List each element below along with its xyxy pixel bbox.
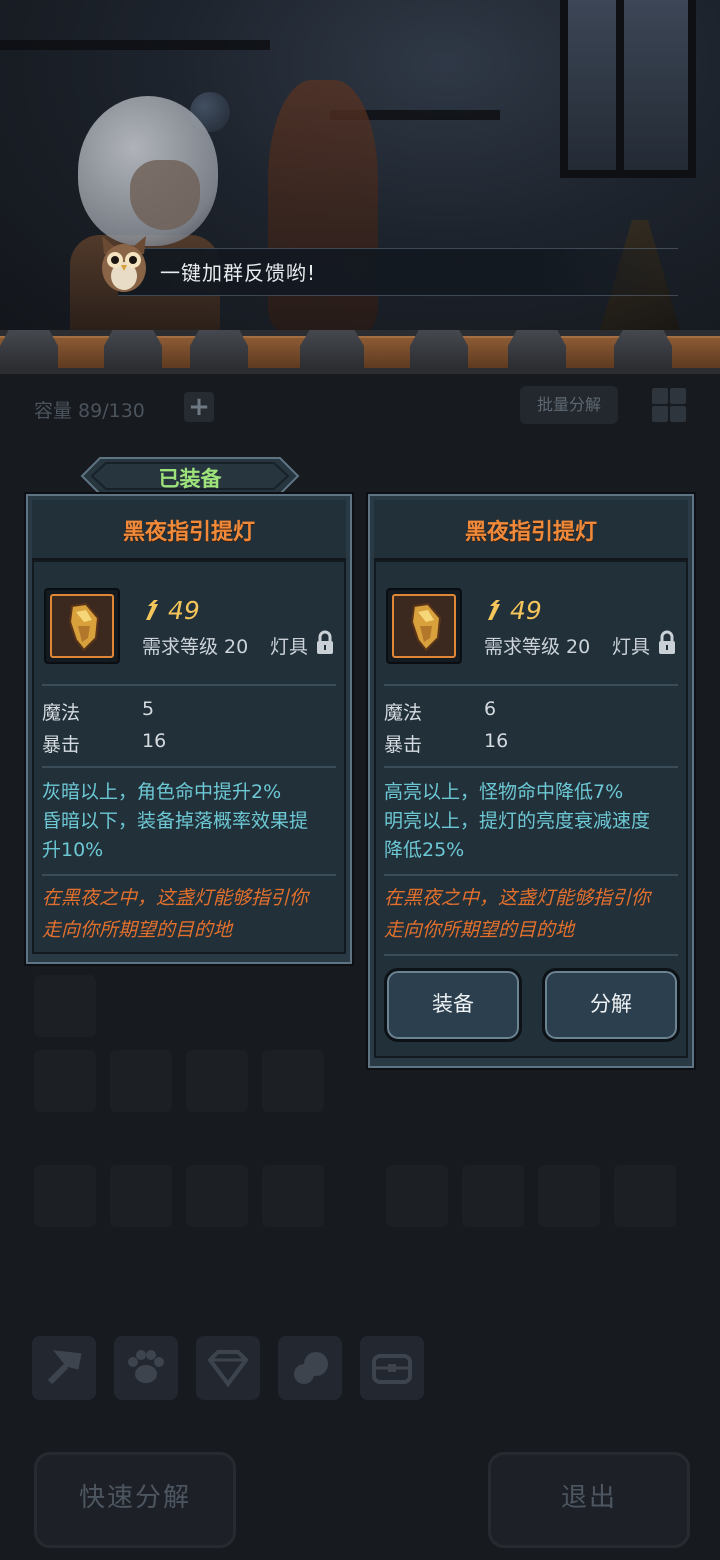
divider: [42, 874, 336, 876]
chest-icon[interactable]: [360, 1336, 424, 1400]
stat-value: 5: [142, 698, 155, 720]
card-body: 49 需求等级 20 灯具 魔法 5 暴击 16 灰暗以上，角色命中提升2% 昏…: [32, 560, 346, 954]
item-title: 黑夜指引提灯: [122, 520, 255, 545]
flavor-text: 在黑夜之中，这盏灯能够指引你: [384, 887, 651, 909]
grid-view-icon[interactable]: [650, 386, 688, 424]
capacity-label: 容量 89/130: [34, 400, 145, 422]
effect-line: 明亮以上，提灯的亮度衰减速度: [384, 810, 651, 832]
item-title: 黑夜指引提灯: [464, 520, 597, 545]
effect-line: 高亮以上，怪物命中降低7%: [384, 781, 624, 803]
window: [560, 0, 696, 178]
hammer-icon[interactable]: [32, 1336, 96, 1400]
divider: [42, 684, 336, 686]
flavor-text: 走向你所期望的目的地: [42, 919, 233, 941]
power-icon: [146, 600, 158, 620]
decompose-button[interactable]: 分解: [542, 968, 680, 1042]
item-power: 49: [510, 596, 542, 625]
item-icon-frame: [386, 588, 462, 664]
equipped-label: 已装备: [158, 467, 222, 491]
card-body: 49 需求等级 20 灯具 魔法 6 暴击 16 高亮以上，怪物命中降低7% 明…: [374, 560, 688, 1058]
stat-name: 暴击: [384, 734, 423, 756]
item-power: 49: [168, 596, 200, 625]
divider: [384, 954, 678, 956]
paw-icon[interactable]: [114, 1336, 178, 1400]
slot-type: 灯具: [611, 636, 650, 658]
equipped-tab: 已装备: [80, 456, 300, 496]
power-icon: [488, 600, 500, 620]
inspected-item-card: 黑夜指引提灯 49 需求等级 20 灯具 魔法 6 暴击 16 高亮以上，怪物命…: [366, 492, 696, 1070]
equip-button[interactable]: 装备: [384, 968, 522, 1042]
batch-decompose-button[interactable]: 批量分解: [520, 386, 618, 424]
card-header: 黑夜指引提灯: [32, 500, 346, 560]
divider: [384, 874, 678, 876]
gem-icon[interactable]: [196, 1336, 260, 1400]
expand-capacity-button[interactable]: +: [184, 392, 214, 422]
speech-text: 一键加群反馈哟!: [160, 261, 317, 285]
bookshelf: [0, 40, 270, 50]
wooden-rail: [0, 330, 720, 374]
owl-icon[interactable]: [96, 232, 152, 294]
effect-line: 降低25%: [384, 839, 465, 861]
exit-button[interactable]: 退出: [488, 1452, 690, 1548]
lock-icon[interactable]: [314, 630, 336, 656]
divider: [42, 766, 336, 768]
stat-value: 16: [484, 730, 509, 752]
effect-line: 昏暗以下，装备掉落概率效果提: [42, 810, 309, 832]
divider: [384, 766, 678, 768]
flavor-text: 在黑夜之中，这盏灯能够指引你: [42, 887, 309, 909]
card-header: 黑夜指引提灯: [374, 500, 688, 560]
stat-value: 16: [142, 730, 167, 752]
item-icon-frame: [44, 588, 120, 664]
stat-value: 6: [484, 698, 497, 720]
hero-face: [130, 160, 200, 230]
lantern-item-icon: [68, 602, 100, 652]
lock-icon[interactable]: [656, 630, 678, 656]
slot-type: 灯具: [269, 636, 308, 658]
stat-name: 暴击: [42, 734, 81, 756]
lantern-item-icon: [410, 602, 442, 652]
required-level: 需求等级 20: [484, 636, 591, 658]
ore-icon[interactable]: [278, 1336, 342, 1400]
required-level: 需求等级 20: [142, 636, 249, 658]
flavor-text: 走向你所期望的目的地: [384, 919, 575, 941]
effect-line: 升10%: [42, 839, 104, 861]
quick-decompose-button[interactable]: 快速分解: [34, 1452, 236, 1548]
divider: [384, 684, 678, 686]
stat-name: 魔法: [42, 702, 81, 724]
equipped-item-card: 黑夜指引提灯 49 需求等级 20 灯具 魔法 5 暴击 16 灰暗以上，角色命…: [24, 492, 354, 966]
effect-line: 灰暗以上，角色命中提升2%: [42, 781, 282, 803]
stat-name: 魔法: [384, 702, 423, 724]
